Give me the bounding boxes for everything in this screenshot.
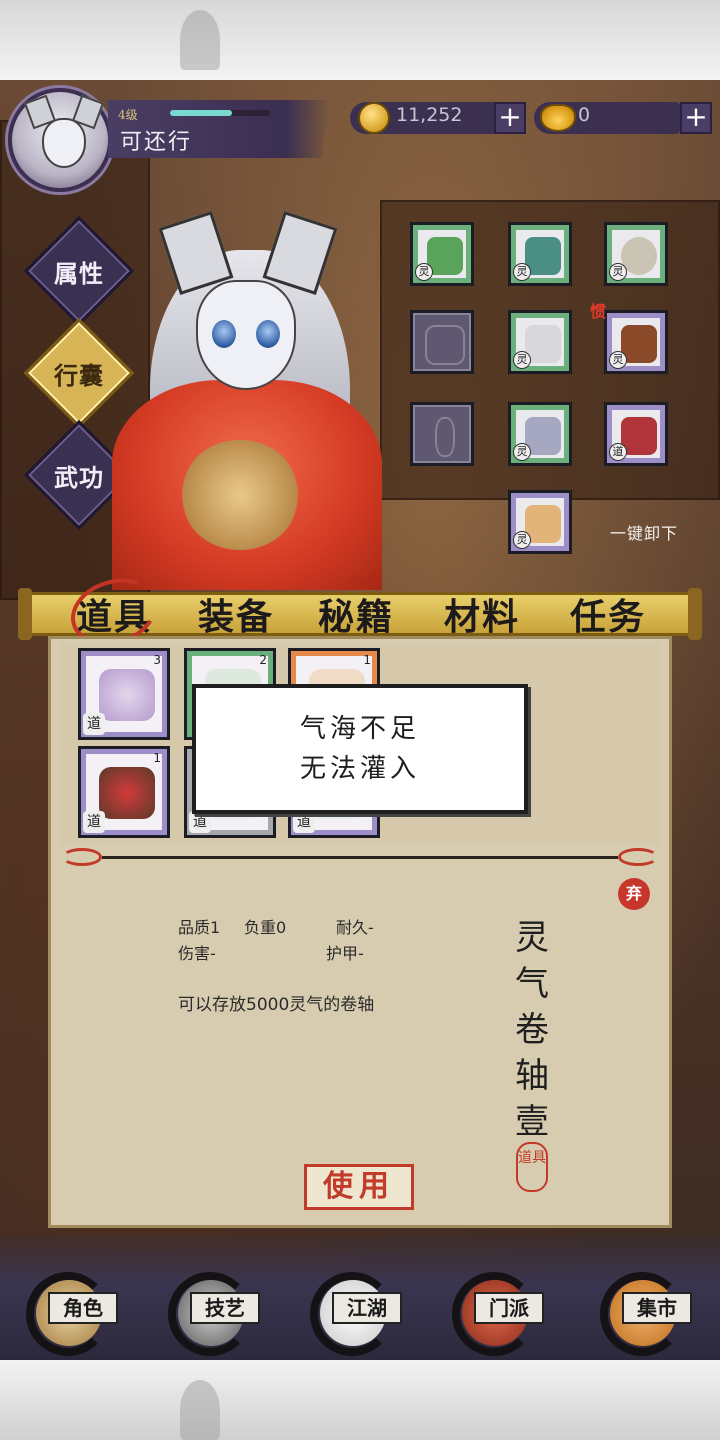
insufficient-qi-toast: 气海不足 无法灌入 xyxy=(192,684,528,814)
slot-tag: 灵 xyxy=(415,263,433,281)
equip-slot-bottle-empty[interactable] xyxy=(410,402,474,466)
unequip-all-button[interactable]: 一键卸下 xyxy=(610,520,678,544)
character-eye-right xyxy=(256,320,280,348)
attributes-tab-label[interactable]: 属性 xyxy=(40,232,118,310)
top-mist-band xyxy=(0,0,720,80)
slot-tag: 灵 xyxy=(609,263,627,281)
spirit-scroll-icon xyxy=(99,669,155,721)
wanderer-silhouette-icon xyxy=(180,1380,220,1440)
item-tag: 道 xyxy=(83,713,105,735)
tab-quests[interactable]: 任务 xyxy=(570,588,646,640)
equip-slot-weapon[interactable]: 灵 xyxy=(410,222,474,286)
add-ingots-button[interactable]: + xyxy=(680,102,712,134)
divider-line xyxy=(102,856,618,859)
herb-cake-icon xyxy=(99,767,155,819)
stat-quality: 品质1 xyxy=(178,918,221,937)
item-tag: 道 xyxy=(83,811,105,833)
nav-label: 技艺 xyxy=(190,1292,260,1324)
slot-tag: 道 xyxy=(609,443,627,461)
gourd-placeholder-icon xyxy=(435,417,455,457)
equip-slot-gloves-empty[interactable] xyxy=(410,310,474,374)
nav-market[interactable]: 集市 xyxy=(594,1272,700,1356)
nav-label: 门派 xyxy=(474,1292,544,1324)
nav-label: 江湖 xyxy=(332,1292,402,1324)
martial-arts-tab-label[interactable]: 武功 xyxy=(40,436,118,514)
nav-character[interactable]: 角色 xyxy=(20,1272,126,1356)
item-count: 3 xyxy=(153,653,161,667)
equip-slot-hat[interactable]: 灵 xyxy=(508,222,572,286)
slot-tag: 灵 xyxy=(513,531,531,549)
character-face xyxy=(196,280,296,390)
glove-placeholder-icon xyxy=(425,325,465,365)
bag-tab-label[interactable]: 行囊 xyxy=(40,334,118,412)
equip-slot-robe[interactable]: 灵 xyxy=(508,310,572,374)
add-coins-button[interactable]: + xyxy=(494,102,526,134)
slot-tag: 灵 xyxy=(609,351,627,369)
item-title: 灵气卷轴壹 xyxy=(515,918,549,1142)
exp-bar-fill xyxy=(170,110,232,116)
character-eye-left xyxy=(212,320,236,348)
coin-amount: 11,252 xyxy=(396,104,463,126)
equip-slot-ring[interactable]: 灵 xyxy=(604,222,668,286)
slot-tag: 灵 xyxy=(513,443,531,461)
cloud-swirl-left xyxy=(62,848,102,866)
ingot-amount: 0 xyxy=(578,104,591,126)
use-button[interactable]: 使用 xyxy=(304,1164,414,1210)
toast-line-1: 气海不足 xyxy=(299,714,420,744)
slot-tag: 灵 xyxy=(513,263,531,281)
inventory-item[interactable]: 1 道 xyxy=(78,746,170,838)
nav-sect[interactable]: 门派 xyxy=(446,1272,552,1356)
item-count: 2 xyxy=(259,653,267,667)
section-divider xyxy=(62,848,658,866)
item-count: 1 xyxy=(363,653,371,667)
tab-items[interactable]: 道具 xyxy=(76,588,152,640)
inventory-item[interactable]: 3 道 xyxy=(78,648,170,740)
item-tag: 道 xyxy=(293,811,315,833)
tab-materials[interactable]: 材料 xyxy=(444,588,520,640)
nav-jianghu[interactable]: 江湖 xyxy=(304,1272,410,1356)
stat-damage: 伤害- xyxy=(178,944,216,963)
player-level: 4级 xyxy=(118,108,138,122)
exp-bar xyxy=(170,110,270,116)
cat-silhouette-icon xyxy=(180,10,220,70)
stat-weight: 负重0 xyxy=(244,918,287,937)
player-avatar[interactable] xyxy=(8,88,112,192)
habit-badge: 惯 xyxy=(590,302,607,321)
equip-slot-consumable[interactable]: 道 xyxy=(604,402,668,466)
item-tag: 道 xyxy=(189,811,211,833)
toast-line-2: 无法灌入 xyxy=(299,754,420,784)
scroll-roll-left xyxy=(18,588,32,640)
item-count: 1 xyxy=(153,751,161,765)
stat-armor: 护甲- xyxy=(326,944,364,963)
bottom-mist-band xyxy=(0,1360,720,1440)
coin-icon xyxy=(358,102,390,134)
tab-manuals[interactable]: 秘籍 xyxy=(318,588,394,640)
gold-ingot-icon xyxy=(540,104,576,132)
discard-button[interactable]: 弃 xyxy=(618,878,650,910)
scroll-roll-right xyxy=(688,588,702,640)
equip-slot-boots[interactable]: 灵 xyxy=(508,490,572,554)
avatar-face xyxy=(42,118,86,168)
nav-crafting[interactable]: 技艺 xyxy=(162,1272,268,1356)
tab-equipment[interactable]: 装备 xyxy=(198,588,274,640)
cloud-swirl-right xyxy=(618,848,658,866)
nav-label: 集市 xyxy=(622,1292,692,1324)
item-description: 可以存放5000灵气的卷轴 xyxy=(178,995,375,1015)
slot-tag: 灵 xyxy=(513,351,531,369)
nav-label: 角色 xyxy=(48,1292,118,1324)
player-name: 可还行 xyxy=(120,130,193,155)
stat-durability: 耐久- xyxy=(336,918,374,937)
equip-slot-pants[interactable]: 灵 xyxy=(508,402,572,466)
equip-slot-instrument[interactable]: 灵 xyxy=(604,310,668,374)
character-sash xyxy=(180,440,300,550)
item-type-seal: 道具 xyxy=(516,1142,548,1192)
